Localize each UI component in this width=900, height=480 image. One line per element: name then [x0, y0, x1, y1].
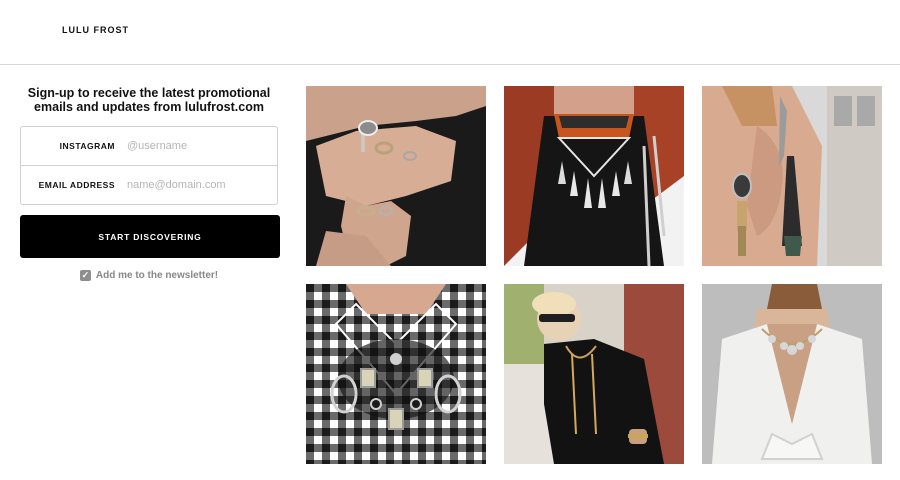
gallery-photo-hands-rings[interactable]: [306, 86, 486, 266]
instagram-row: INSTAGRAM: [21, 127, 277, 165]
gallery-photo-street-style[interactable]: [504, 284, 684, 464]
email-row: EMAIL ADDRESS: [21, 165, 277, 204]
newsletter-option[interactable]: ✓ Add me to the newsletter!: [20, 270, 278, 281]
gallery-photo-statement-necklace[interactable]: [504, 86, 684, 266]
signup-form: INSTAGRAM EMAIL ADDRESS: [20, 126, 278, 205]
gallery-photo-open-back[interactable]: [702, 284, 882, 464]
site-header: LULU FROST: [0, 0, 900, 65]
gallery-photo-gingham-collar[interactable]: [306, 284, 486, 464]
signup-panel: Sign-up to receive the latest promotiona…: [20, 86, 280, 281]
signup-headline: Sign-up to receive the latest promotiona…: [27, 86, 271, 114]
newsletter-checkbox[interactable]: ✓: [79, 270, 91, 281]
email-input[interactable]: [127, 179, 277, 191]
instagram-input[interactable]: [127, 140, 277, 152]
email-label: EMAIL ADDRESS: [38, 180, 115, 190]
instagram-gallery: [306, 86, 882, 464]
gallery-photo-earring[interactable]: [702, 86, 882, 266]
newsletter-label: Add me to the newsletter!: [95, 270, 219, 281]
start-discovering-button[interactable]: START DISCOVERING: [20, 215, 280, 258]
instagram-label: INSTAGRAM: [59, 141, 115, 151]
brand-logo[interactable]: LULU FROST: [62, 25, 129, 35]
